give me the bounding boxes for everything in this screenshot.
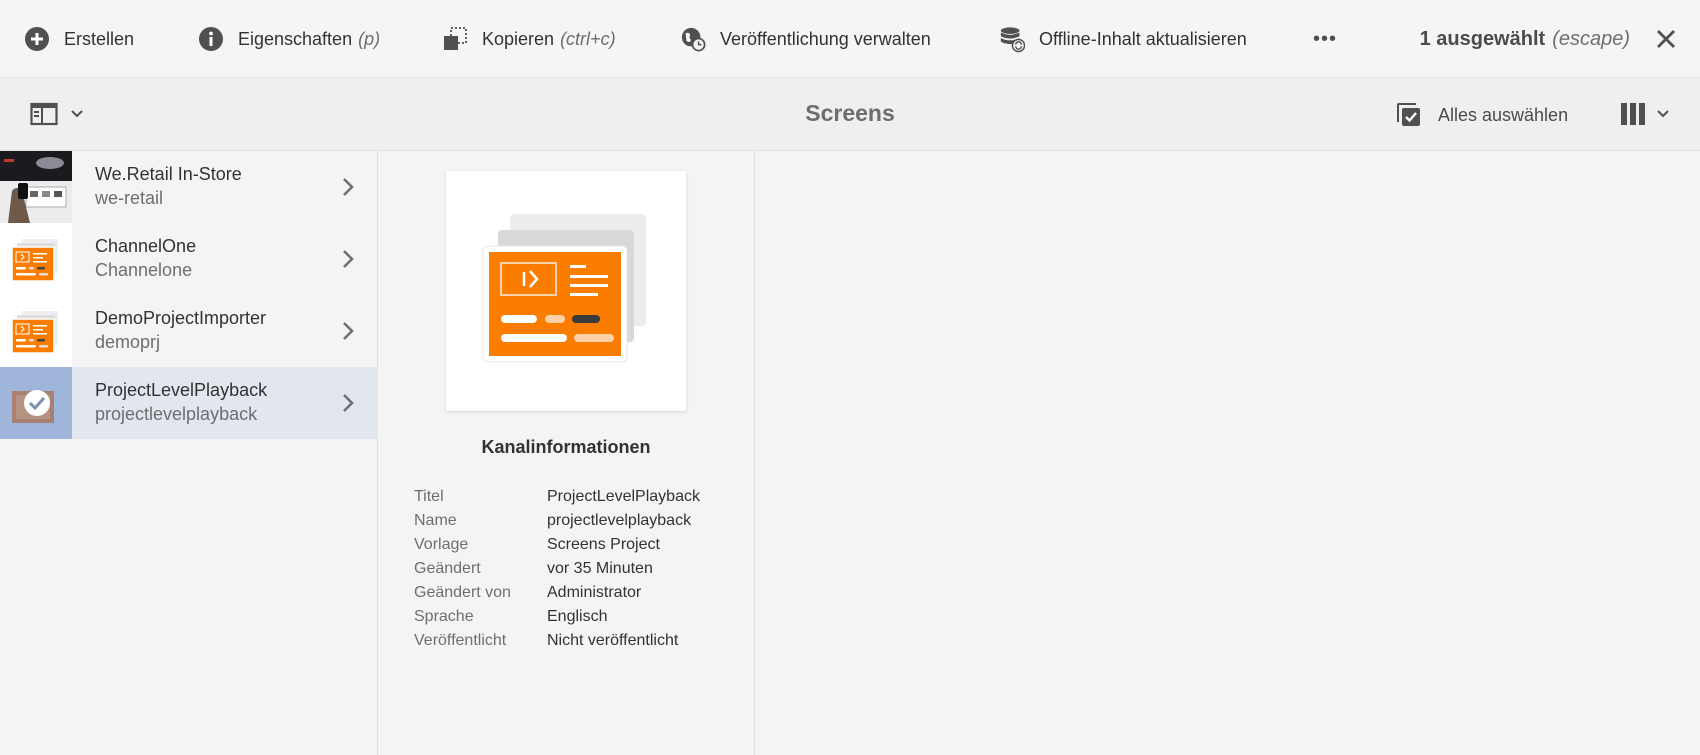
chevron-right-icon[interactable]: [341, 247, 355, 271]
close-selection-button[interactable]: [1654, 27, 1678, 51]
item-title: ProjectLevelPlayback: [95, 380, 268, 400]
channel-preview-icon: [482, 214, 646, 363]
copy-shortcut: (ctrl+c): [560, 28, 616, 49]
add-circle-icon: [24, 26, 50, 52]
copy-button[interactable]: Kopieren (ctrl+c): [442, 22, 616, 56]
details-table: Titel ProjectLevelPlayback Name projectlev…: [414, 485, 700, 653]
column-view-icon: [1621, 103, 1645, 125]
details-label: Sprache: [414, 608, 474, 625]
list-item[interactable]: ChannelOne Channelone: [0, 223, 377, 295]
manage-publication-label: Veröffentlichung verwalten: [720, 28, 931, 49]
details-row: Geändert von Administrator: [414, 581, 700, 605]
details-value: vor 35 Minuten: [547, 560, 653, 577]
copy-label: Kopieren: [482, 28, 555, 49]
details-value: Screens Project: [547, 536, 660, 553]
update-offline-content-button[interactable]: Offline-Inhalt aktualisieren: [999, 22, 1247, 56]
details-label: Vorlage: [414, 536, 469, 553]
details-value: Englisch: [547, 608, 608, 625]
details-value: Nicht veröffentlicht: [547, 632, 679, 649]
chevron-right-icon[interactable]: [341, 175, 355, 199]
item-thumbnail: [0, 151, 72, 223]
details-row: Name projectlevelplayback: [414, 509, 700, 533]
create-label: Erstellen: [64, 28, 135, 49]
item-title: We.Retail In-Store: [95, 164, 242, 184]
list-item-selected[interactable]: ProjectLevelPlayback projectlevelplaybac…: [0, 367, 377, 439]
chevron-right-icon[interactable]: [341, 391, 355, 415]
details-value: projectlevelplayback: [547, 512, 692, 529]
items-column: We.Retail In-Store we-retail ChannelOne …: [0, 151, 378, 755]
action-bar: Erstellen Eigenschaften (p) Kopieren (ctrl…: [0, 0, 1700, 78]
title-bar: Screens Alles auswählen: [0, 78, 1700, 151]
item-name: demoprj: [95, 332, 161, 352]
details-row: Titel ProjectLevelPlayback: [414, 485, 700, 509]
selection-count: 1 ausgewählt (escape): [1420, 22, 1630, 56]
update-offline-content-label: Offline-Inhalt aktualisieren: [1039, 28, 1247, 49]
channel-preview-card: [446, 171, 686, 411]
details-column: Kanalinformationen Titel ProjectLevelPlay…: [378, 151, 755, 755]
item-title: ChannelOne: [95, 236, 197, 256]
info-icon: [198, 26, 224, 52]
item-title: DemoProjectImporter: [95, 308, 267, 328]
select-all-label: Alles auswählen: [1438, 104, 1569, 125]
details-row: Geändert vor 35 Minuten: [414, 557, 700, 581]
properties-label: Eigenschaften: [238, 28, 353, 49]
properties-shortcut: (p): [358, 28, 381, 49]
manage-publication-button[interactable]: Veröffentlichung verwalten: [680, 22, 931, 56]
select-all-icon: [1397, 103, 1420, 126]
list-item[interactable]: We.Retail In-Store we-retail: [0, 151, 377, 223]
details-value: ProjectLevelPlayback: [547, 488, 700, 505]
chevron-right-icon[interactable]: [341, 319, 355, 343]
item-thumbnail: [0, 295, 72, 367]
item-name: we-retail: [95, 188, 164, 208]
item-thumbnail: [0, 223, 72, 295]
details-label: Veröffentlicht: [414, 632, 507, 649]
item-name: projectlevelplayback: [95, 404, 258, 424]
details-label: Geändert: [414, 560, 481, 577]
details-row: Sprache Englisch: [414, 605, 700, 629]
details-heading: Kanalinformationen: [481, 437, 651, 457]
more-icon: •••: [1313, 27, 1338, 50]
database-refresh-icon: [999, 26, 1025, 53]
empty-column: [755, 151, 1700, 755]
chevron-down-icon: [1657, 110, 1669, 118]
details-label: Geändert von: [414, 584, 511, 601]
item-thumbnail-selected: [0, 367, 72, 439]
details-value: Administrator: [547, 584, 642, 601]
details-row: Vorlage Screens Project: [414, 533, 700, 557]
details-row: Veröffentlicht Nicht veröffentlicht: [414, 629, 700, 653]
view-switcher-button[interactable]: [1620, 102, 1670, 126]
details-label: Titel: [414, 488, 444, 505]
selection-shortcut: (escape): [1552, 27, 1630, 50]
more-actions-button[interactable]: •••: [1313, 22, 1337, 56]
select-all-button[interactable]: Alles auswählen: [1396, 102, 1568, 128]
item-name: Channelone: [95, 260, 193, 280]
properties-button[interactable]: Eigenschaften (p): [198, 22, 380, 56]
selection-count-label: 1 ausgewählt: [1419, 27, 1546, 50]
create-button[interactable]: Erstellen: [24, 22, 134, 56]
list-item[interactable]: DemoProjectImporter demoprj: [0, 295, 377, 367]
copy-icon: [442, 26, 468, 52]
close-icon: [1657, 30, 1675, 48]
details-label: Name: [414, 512, 457, 529]
globe-clock-icon: [680, 26, 706, 52]
